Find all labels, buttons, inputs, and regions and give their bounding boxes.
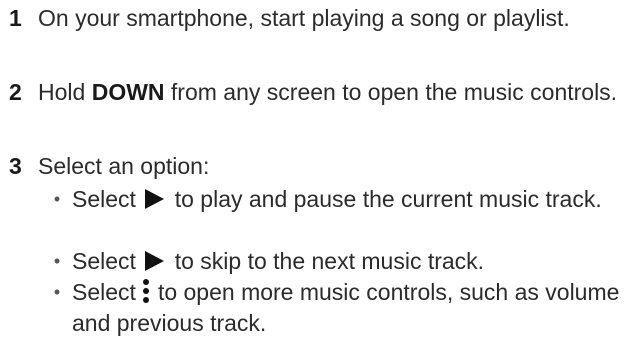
more-vertical-dots-icon (142, 279, 150, 303)
step-text: Hold DOWN from any screen to open the mu… (38, 76, 618, 109)
bullet: • (53, 282, 61, 302)
bullet: • (53, 251, 61, 271)
step-number: 2 (9, 79, 22, 105)
step-text: On your smartphone, start playing a song… (38, 5, 570, 31)
step-text-after: from any screen to open the music contro… (164, 79, 618, 105)
option-text: Select to open more music controls, such … (72, 279, 620, 336)
next-track-icon (145, 251, 165, 271)
step-number: 1 (9, 5, 22, 31)
button-name-down: DOWN (91, 79, 165, 105)
step-number: 3 (9, 153, 22, 179)
bullet: • (53, 189, 61, 209)
option-text: Select to play and pause the current mus… (72, 186, 602, 212)
play-icon (145, 189, 165, 209)
option-text: Select to skip to the next music track. (72, 248, 485, 274)
step-text-before: Hold (38, 79, 92, 105)
step-text: Select an option: (38, 153, 210, 179)
